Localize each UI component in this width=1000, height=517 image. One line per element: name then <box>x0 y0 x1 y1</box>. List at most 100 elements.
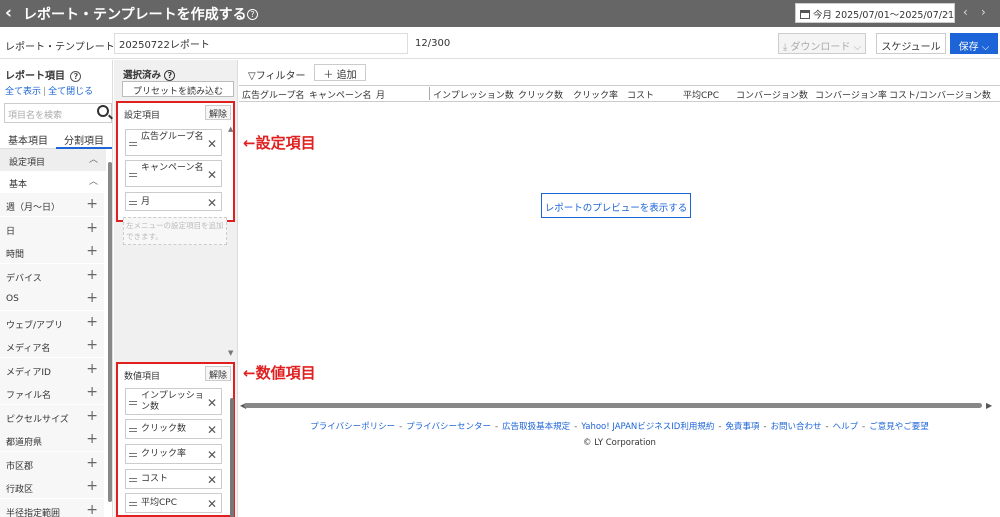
add-button[interactable]: ＋ 追加 <box>314 64 366 81</box>
footer-link[interactable]: ご意見やご要望 <box>869 422 929 432</box>
split-item[interactable]: 日 + <box>0 216 104 241</box>
plus-icon[interactable]: + <box>86 384 98 400</box>
selected-chip[interactable]: 月 ✕ <box>125 192 222 211</box>
drag-handle-icon[interactable] <box>129 478 137 482</box>
column-header[interactable]: 平均CPC <box>683 88 719 101</box>
drag-handle-icon[interactable] <box>129 400 137 405</box>
drag-handle-icon[interactable] <box>129 200 137 205</box>
plus-icon[interactable]: + <box>86 478 98 494</box>
split-item[interactable]: ウェブ/アプリ + <box>0 310 104 335</box>
next-period-icon[interactable]: › <box>981 5 986 19</box>
plus-icon[interactable]: + <box>86 431 98 447</box>
back-arrow-icon[interactable]: ‹ <box>5 3 12 23</box>
column-header[interactable]: 広告グループ名 <box>242 88 304 101</box>
plus-icon[interactable]: + <box>86 267 98 283</box>
close-icon[interactable]: ✕ <box>207 423 217 437</box>
category-settings[interactable]: 設定項目 ︿ <box>0 149 106 171</box>
close-icon[interactable]: ✕ <box>207 473 217 487</box>
split-item[interactable]: 半径指定範囲 + <box>0 498 104 517</box>
drag-handle-icon[interactable] <box>129 502 137 506</box>
drag-handle-icon[interactable] <box>129 453 137 457</box>
column-header[interactable]: コンバージョン率 <box>815 88 887 101</box>
close-icon[interactable]: ✕ <box>207 448 217 462</box>
schedule-button[interactable]: スケジュール <box>876 33 946 54</box>
plus-icon[interactable]: + <box>86 220 98 236</box>
metrics-scrollbar[interactable] <box>230 398 234 517</box>
close-all-link[interactable]: 全て閉じる <box>48 87 93 97</box>
split-item[interactable]: デバイス + <box>0 263 104 288</box>
tab-basic-items[interactable]: 基本項目 <box>0 127 56 149</box>
selected-chip[interactable]: クリック数 ✕ <box>125 419 222 439</box>
close-icon[interactable]: ✕ <box>207 196 217 210</box>
save-button[interactable]: 保存 ⌵ <box>950 33 998 54</box>
plus-icon[interactable]: + <box>86 290 98 306</box>
date-range-selector[interactable]: 今月 2025/07/01～2025/07/21 ⌵ <box>795 3 955 23</box>
settings-clear-button[interactable]: 解除 <box>205 105 231 120</box>
close-icon[interactable]: ✕ <box>207 396 217 410</box>
close-icon[interactable]: ✕ <box>207 168 217 182</box>
prev-period-icon[interactable]: ‹ <box>963 5 968 19</box>
metrics-clear-button[interactable]: 解除 <box>205 366 231 381</box>
selected-chip[interactable]: インプレッション数 ✕ <box>125 388 222 415</box>
plus-icon[interactable]: + <box>86 361 98 377</box>
split-item[interactable]: 週（月～日） + <box>0 193 104 217</box>
column-header[interactable]: クリック率 <box>573 88 618 101</box>
footer-link[interactable]: 免責事項 <box>725 422 759 432</box>
column-header[interactable]: コンバージョン数 <box>736 88 808 101</box>
column-header[interactable]: コスト/コンバージョン数 <box>889 88 991 101</box>
item-search-input[interactable]: 項目名を検索 <box>4 103 112 123</box>
help-icon[interactable]: ? <box>247 9 258 20</box>
column-header[interactable]: インプレッション数 <box>433 88 514 101</box>
footer-link[interactable]: ヘルプ <box>833 422 859 432</box>
selected-chip[interactable]: キャンペーン名 ✕ <box>125 160 222 187</box>
category-basic[interactable]: 基本 ︿ <box>0 171 106 193</box>
show-all-link[interactable]: 全て表示 <box>5 87 41 97</box>
download-button[interactable]: ⤓ ダウンロード ⌵ <box>778 33 866 54</box>
footer-link[interactable]: お問い合わせ <box>771 422 822 432</box>
template-name-input[interactable] <box>114 33 408 54</box>
help-icon[interactable]: ? <box>164 70 176 81</box>
search-icon[interactable] <box>97 105 109 117</box>
selected-chip[interactable]: コスト ✕ <box>125 469 222 489</box>
show-preview-button[interactable]: レポートのプレビューを表示する <box>541 193 691 218</box>
scroll-down-icon[interactable]: ▼ <box>228 349 233 357</box>
plus-icon[interactable]: + <box>86 196 98 212</box>
column-divider[interactable] <box>429 87 430 100</box>
close-icon[interactable]: ✕ <box>207 137 217 151</box>
split-item[interactable]: ピクセルサイズ + <box>0 404 104 429</box>
footer-link[interactable]: プライバシーセンター <box>406 422 491 432</box>
scroll-up-icon[interactable]: ▲ <box>228 125 233 133</box>
close-icon[interactable]: ✕ <box>207 497 217 511</box>
split-item[interactable]: 市区郡 + <box>0 451 104 476</box>
split-item[interactable]: メディアID + <box>0 357 104 382</box>
column-header[interactable]: クリック数 <box>518 88 563 101</box>
split-item[interactable]: ファイル名 + <box>0 381 104 405</box>
plus-icon[interactable]: + <box>86 243 98 259</box>
footer-link[interactable]: 広告取扱基本規定 <box>502 422 570 432</box>
split-item[interactable]: 時間 + <box>0 240 104 264</box>
load-preset-button[interactable]: プリセットを読み込む <box>122 81 234 97</box>
tab-split-items[interactable]: 分割項目 <box>56 127 112 149</box>
split-item[interactable]: 都道府県 + <box>0 428 104 452</box>
plus-icon[interactable]: + <box>86 455 98 471</box>
selected-chip[interactable]: クリック率 ✕ <box>125 444 222 464</box>
column-header[interactable]: コスト <box>627 88 654 101</box>
footer-link[interactable]: Yahoo! JAPANビジネスID利用規約 <box>581 422 714 432</box>
drag-handle-icon[interactable] <box>129 141 137 146</box>
plus-icon[interactable]: + <box>86 408 98 424</box>
left-scrollbar[interactable] <box>108 162 112 502</box>
plus-icon[interactable]: + <box>86 502 98 517</box>
horizontal-scrollbar[interactable] <box>244 403 982 408</box>
scroll-right-icon[interactable]: ▶ <box>986 401 992 410</box>
drag-handle-icon[interactable] <box>129 428 137 432</box>
column-header[interactable]: 月 <box>376 88 385 101</box>
drag-handle-icon[interactable] <box>129 172 137 177</box>
split-item[interactable]: 行政区 + <box>0 475 104 499</box>
help-icon[interactable]: ? <box>70 70 82 82</box>
split-item[interactable]: メディア名 + <box>0 334 104 358</box>
plus-icon[interactable]: + <box>86 337 98 353</box>
footer-link[interactable]: プライバシーポリシー <box>310 422 395 432</box>
plus-icon[interactable]: + <box>86 314 98 330</box>
filter-button[interactable]: ▽フィルター <box>248 67 306 82</box>
selected-chip[interactable]: 平均CPC ✕ <box>125 493 222 513</box>
